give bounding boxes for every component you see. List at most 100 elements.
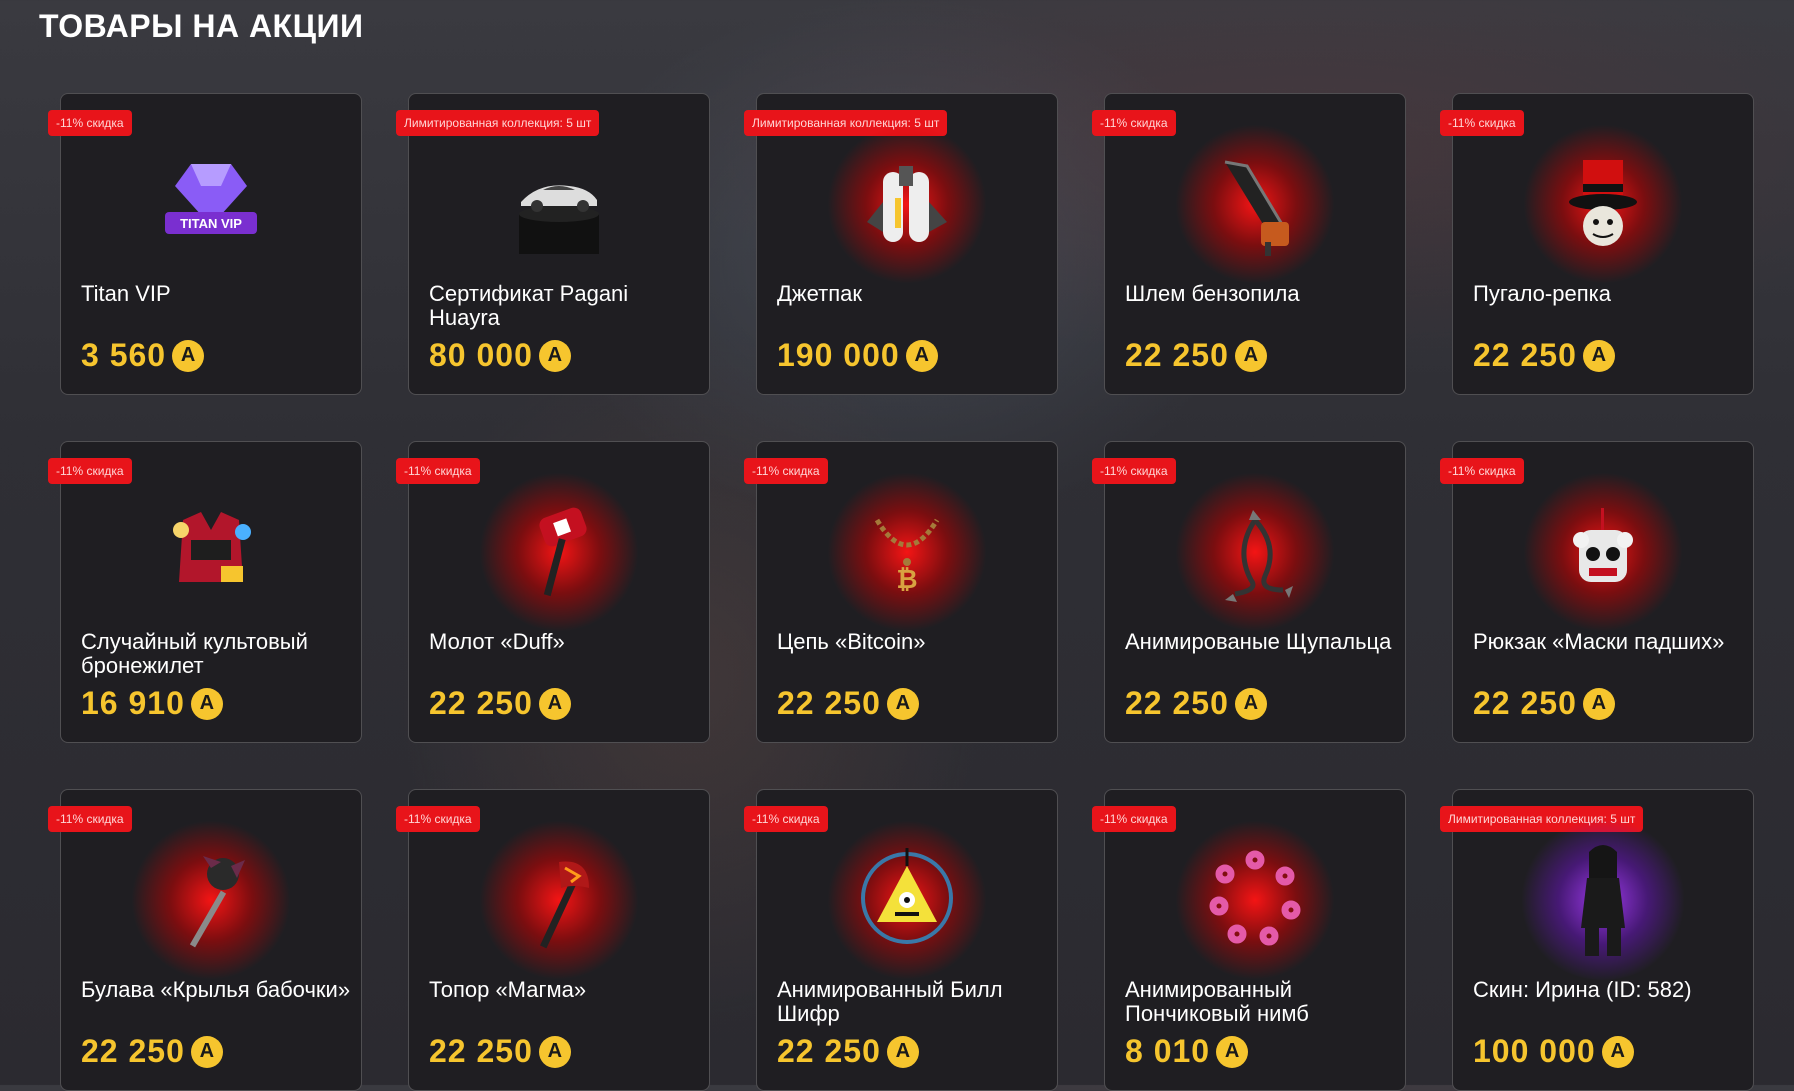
jetpack-icon xyxy=(847,142,967,266)
mace-icon xyxy=(151,838,271,962)
discount-badge: -11% скидка xyxy=(1440,458,1524,484)
product-image xyxy=(1518,472,1688,632)
currency-coin-icon: А xyxy=(1216,1035,1249,1068)
currency-coin-icon: А xyxy=(1234,339,1267,372)
price-value: 22 250 xyxy=(777,1033,881,1069)
product-card[interactable]: Лимитированная коллекция: 5 шт Джетпак 190… xyxy=(744,93,1058,395)
currency-coin-icon: А xyxy=(1582,339,1615,372)
discount-badge: -11% скидка xyxy=(48,458,132,484)
product-price: 22 250 А xyxy=(1473,337,1615,374)
product-name: Молот «Duff» xyxy=(429,629,565,654)
chainsaw-icon xyxy=(1195,142,1315,266)
product-image xyxy=(1170,472,1340,632)
product-name: Рюкзак «Маски падших» xyxy=(1473,629,1725,654)
product-card[interactable]: -11% скидка Пугало-репка 22 250 А xyxy=(1440,93,1754,395)
currency-coin-icon: А xyxy=(538,687,571,720)
currency-coin-icon: А xyxy=(1601,1035,1634,1068)
product-image xyxy=(474,124,644,284)
product-image xyxy=(474,820,644,980)
product-image xyxy=(822,820,992,980)
currency-coin-icon: А xyxy=(905,339,938,372)
product-price: 22 250 А xyxy=(429,1033,571,1070)
price-value: 100 000 xyxy=(1473,1033,1596,1069)
currency-coin-icon: А xyxy=(538,339,571,372)
price-value: 8 010 xyxy=(1125,1033,1211,1069)
product-name: Анимированный Билл Шифр xyxy=(777,977,1003,1026)
currency-coin-icon: А xyxy=(190,1035,223,1068)
currency-coin-icon: А xyxy=(190,687,223,720)
product-card[interactable]: -11% скидка Топор «Магма» 22 250 А xyxy=(396,789,710,1091)
currency-coin-icon: А xyxy=(172,339,205,372)
product-price: 22 250 А xyxy=(81,1033,223,1070)
product-price: 22 250 А xyxy=(1125,685,1267,722)
product-image xyxy=(1518,820,1688,980)
discount-badge: -11% скидка xyxy=(396,458,480,484)
price-value: 22 250 xyxy=(777,685,881,721)
currency-coin-icon: А xyxy=(886,1035,919,1068)
currency-coin-icon: А xyxy=(1234,687,1267,720)
product-card[interactable]: -11% скидка Анимированный Билл Шифр 22 250… xyxy=(744,789,1058,1091)
product-name: Анимированые Щупальца xyxy=(1125,629,1392,654)
price-value: 22 250 xyxy=(1473,337,1577,373)
product-price: 22 250 А xyxy=(777,685,919,722)
svg-text:₿: ₿ xyxy=(896,564,917,594)
discount-badge: -11% скидка xyxy=(744,806,828,832)
discount-badge: -11% скидка xyxy=(744,458,828,484)
product-card[interactable]: -11% скидка Молот «Duff» 22 250 А xyxy=(396,441,710,743)
product-image: TITAN VIP xyxy=(126,124,296,284)
product-grid: -11% скидка TITAN VIP Titan VIP 3 560 А Лимит… xyxy=(48,93,1754,1091)
backpack-icon xyxy=(1543,490,1663,614)
product-price: 100 000 А xyxy=(1473,1033,1634,1070)
product-price: 8 010 А xyxy=(1125,1033,1249,1070)
price-value: 16 910 xyxy=(81,685,185,721)
product-name: Булава «Крылья бабочки» xyxy=(81,977,351,1002)
product-name: Цепь «Bitcoin» xyxy=(777,629,926,654)
product-card[interactable]: -11% скидка Булава «Крылья бабочки» 22 250… xyxy=(48,789,362,1091)
product-image xyxy=(126,472,296,632)
product-name: Топор «Магма» xyxy=(429,977,587,1002)
product-card[interactable]: -11% скидка TITAN VIP Titan VIP 3 560 А xyxy=(48,93,362,395)
product-image xyxy=(1518,124,1688,284)
product-card[interactable]: -11% скидка Рюкзак «Маски падших» 22 250 А xyxy=(1440,441,1754,743)
product-card[interactable]: Лимитированная коллекция: 5 шт Сертификат… xyxy=(396,93,710,395)
product-price: 22 250 А xyxy=(429,685,571,722)
top-hat-icon xyxy=(1543,142,1663,266)
product-name: Джетпак xyxy=(777,281,862,306)
product-image xyxy=(1170,124,1340,284)
discount-badge: -11% скидка xyxy=(48,110,132,136)
discount-badge: -11% скидка xyxy=(48,806,132,832)
product-name: Сертификат Pagani Huayra xyxy=(429,281,629,330)
discount-badge: -11% скидка xyxy=(396,806,480,832)
product-price: 22 250 А xyxy=(1125,337,1267,374)
product-name: Titan VIP xyxy=(81,281,171,306)
vest-icon xyxy=(151,490,271,614)
discount-badge: -11% скидка xyxy=(1092,458,1176,484)
product-price: 16 910 А xyxy=(81,685,223,722)
triangle-icon xyxy=(847,838,967,962)
product-name: Шлем бензопила xyxy=(1125,281,1300,306)
svg-text:TITAN VIP: TITAN VIP xyxy=(180,216,242,231)
price-value: 80 000 xyxy=(429,337,533,373)
product-name: Пугало-репка xyxy=(1473,281,1611,306)
product-price: 3 560 А xyxy=(81,337,205,374)
product-card[interactable]: -11% скидка Шлем бензопила 22 250 А xyxy=(1092,93,1406,395)
tentacles-icon xyxy=(1195,490,1315,614)
product-price: 22 250 А xyxy=(777,1033,919,1070)
page-title: ТОВАРЫ НА АКЦИИ xyxy=(39,8,364,44)
product-name: Скин: Ирина (ID: 582) xyxy=(1473,977,1692,1002)
chain-icon: ₿ xyxy=(847,490,967,614)
product-card[interactable]: -11% скидка Случайный культовый бронежиле… xyxy=(48,441,362,743)
product-card[interactable]: -11% скидка Анимированые Щупальца 22 250 А xyxy=(1092,441,1406,743)
product-name: Случайный культовый бронежилет xyxy=(81,629,308,678)
product-card[interactable]: -11% скидка ₿ Цепь «Bitcoin» 22 250 А xyxy=(744,441,1058,743)
discount-badge: -11% скидка xyxy=(1092,806,1176,832)
product-name: Анимированный Пончиковый нимб xyxy=(1125,977,1309,1026)
car-icon xyxy=(499,142,619,266)
product-image xyxy=(126,820,296,980)
donut-halo-icon xyxy=(1195,838,1315,962)
product-card[interactable]: Лимитированная коллекция: 5 шт Скин: Ирин… xyxy=(1440,789,1754,1091)
price-value: 22 250 xyxy=(1125,337,1229,373)
person-icon xyxy=(1543,838,1663,962)
discount-badge: -11% скидка xyxy=(1092,110,1176,136)
product-card[interactable]: -11% скидка Анимированный Пончиковый нимб… xyxy=(1092,789,1406,1091)
